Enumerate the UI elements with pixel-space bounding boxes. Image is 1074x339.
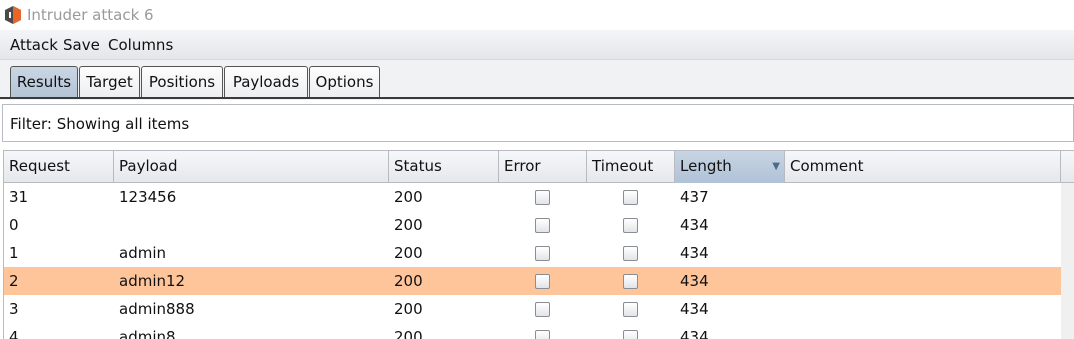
tab-strip: Results Target Positions Payloads Option… [0, 60, 1074, 100]
table-row[interactable]: 2 admin12 200 434 [4, 267, 1061, 295]
cell-payload: 123456 [119, 188, 177, 206]
menu-save[interactable]: Save [63, 36, 100, 54]
cell-status: 200 [394, 244, 423, 262]
cell-length: 434 [680, 244, 709, 262]
table-header: Request Payload Status Error Timeout Len… [4, 151, 1074, 183]
cell-status: 200 [394, 272, 423, 290]
cell-payload: admin8 [119, 328, 176, 339]
cell-length: 434 [680, 272, 709, 290]
title-bar: Intruder attack 6 [0, 0, 1074, 30]
cell-length: 434 [680, 216, 709, 234]
column-header-payload[interactable]: Payload [114, 151, 389, 183]
cell-request: 4 [9, 328, 19, 339]
cell-comment [785, 295, 790, 323]
timeout-checkbox[interactable] [623, 302, 638, 317]
cell-status: 200 [394, 300, 423, 318]
cell-length: 437 [680, 188, 709, 206]
vertical-scrollbar[interactable] [1061, 183, 1074, 339]
tab-results[interactable]: Results [10, 66, 78, 99]
error-checkbox[interactable] [535, 302, 550, 317]
column-header-length-label: Length [680, 157, 732, 175]
table-row[interactable]: 1 admin 200 434 [4, 239, 1061, 267]
cell-comment [785, 211, 790, 239]
table-row[interactable]: 4 admin8 200 434 [4, 323, 1061, 339]
column-header-length[interactable]: Length ▼ [675, 151, 785, 183]
column-header-status[interactable]: Status [389, 151, 499, 183]
cell-request: 1 [9, 244, 19, 262]
cell-comment [785, 183, 790, 211]
timeout-checkbox[interactable] [623, 274, 638, 289]
burp-app-icon [5, 6, 21, 24]
cell-comment [785, 323, 790, 339]
column-header-comment[interactable]: Comment [785, 151, 1061, 183]
error-checkbox[interactable] [535, 246, 550, 261]
timeout-checkbox[interactable] [623, 218, 638, 233]
column-header-request[interactable]: Request [4, 151, 114, 183]
tab-options[interactable]: Options [309, 66, 380, 98]
cell-status: 200 [394, 188, 423, 206]
cell-payload [114, 211, 119, 239]
cell-payload: admin [119, 244, 166, 262]
table-row[interactable]: 3 admin888 200 434 [4, 295, 1061, 323]
tab-divider [0, 97, 1074, 99]
timeout-checkbox[interactable] [623, 190, 638, 205]
menu-attack[interactable]: Attack [10, 36, 58, 54]
timeout-checkbox[interactable] [623, 330, 638, 339]
tab-payloads[interactable]: Payloads [224, 66, 308, 98]
results-table: Request Payload Status Error Timeout Len… [3, 150, 1074, 339]
cell-comment [785, 267, 790, 295]
error-checkbox[interactable] [535, 218, 550, 233]
window-title: Intruder attack 6 [27, 6, 154, 24]
menu-columns[interactable]: Columns [108, 36, 173, 54]
column-header-error[interactable]: Error [499, 151, 587, 183]
sort-descending-icon: ▼ [772, 161, 780, 172]
filter-bar[interactable]: Filter: Showing all items [2, 104, 1074, 142]
error-checkbox[interactable] [535, 274, 550, 289]
error-checkbox[interactable] [535, 330, 550, 339]
column-header-timeout[interactable]: Timeout [587, 151, 675, 183]
cell-status: 200 [394, 328, 423, 339]
tab-positions[interactable]: Positions [141, 66, 223, 98]
cell-request: 3 [9, 300, 19, 318]
cell-payload: admin888 [119, 300, 195, 318]
cell-request: 2 [9, 272, 19, 290]
cell-request: 31 [9, 188, 29, 206]
cell-payload: admin12 [119, 272, 186, 290]
table-row[interactable]: 31 123456 200 437 [4, 183, 1061, 211]
cell-status: 200 [394, 216, 423, 234]
cell-length: 434 [680, 328, 709, 339]
cell-request: 0 [9, 216, 19, 234]
tab-target[interactable]: Target [79, 66, 140, 98]
menu-bar: Attack Save Columns [0, 30, 1074, 60]
filter-label[interactable]: Filter: Showing all items [10, 115, 189, 133]
cell-length: 434 [680, 300, 709, 318]
table-row[interactable]: 0 200 434 [4, 211, 1061, 239]
timeout-checkbox[interactable] [623, 246, 638, 261]
error-checkbox[interactable] [535, 190, 550, 205]
cell-comment [785, 239, 790, 267]
